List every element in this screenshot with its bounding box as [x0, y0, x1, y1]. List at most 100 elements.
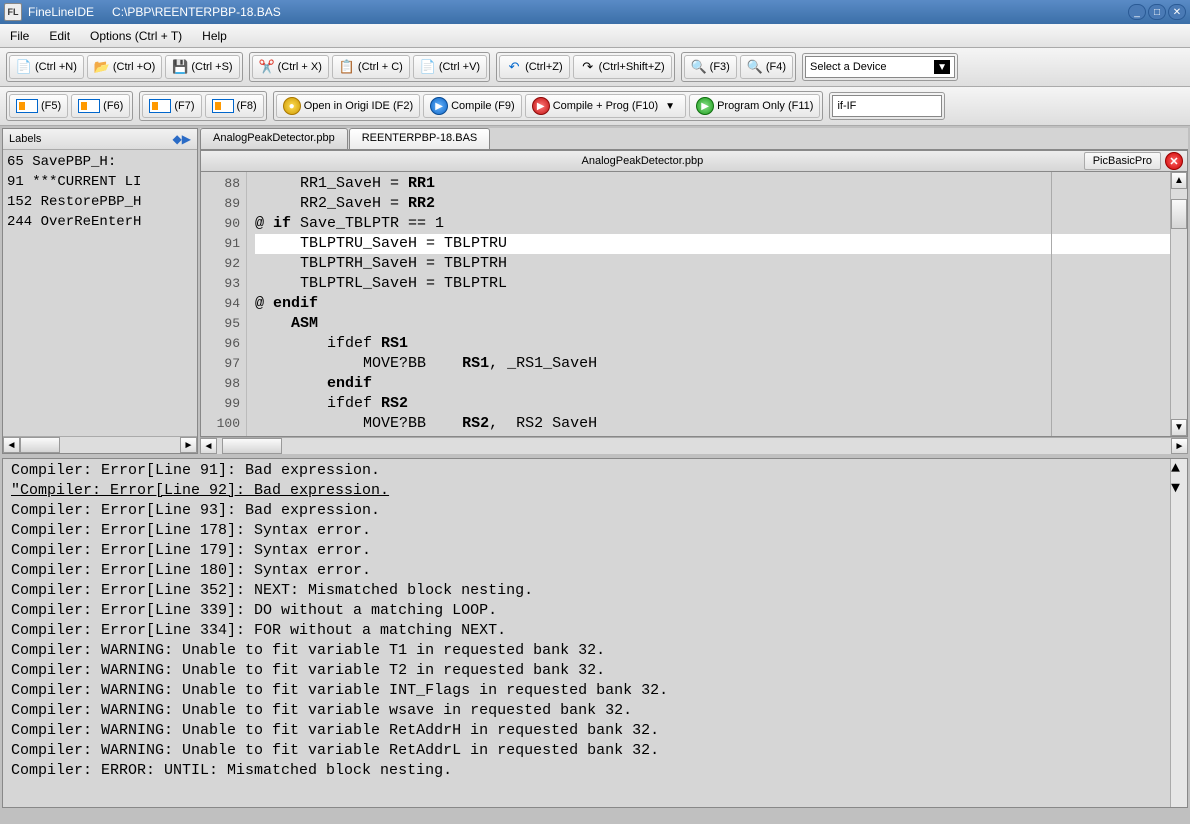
- device-select[interactable]: Select a Device ▼: [805, 56, 955, 78]
- menu-file[interactable]: File: [6, 27, 33, 45]
- paste-icon: 📄: [420, 59, 436, 75]
- redo-label: (Ctrl+Shift+Z): [599, 61, 665, 73]
- save-label: (Ctrl +S): [191, 61, 232, 73]
- close-button[interactable]: ✕: [1168, 4, 1186, 20]
- undo-label: (Ctrl+Z): [525, 61, 563, 73]
- play-blue-icon: ▶: [430, 97, 448, 115]
- if-input[interactable]: [832, 95, 942, 117]
- f7-button[interactable]: (F7): [142, 94, 201, 118]
- app-name: FineLineIDE: [28, 5, 94, 19]
- scroll-thumb[interactable]: [222, 438, 282, 454]
- f5-label: (F5): [41, 100, 61, 112]
- cut-button[interactable]: ✂️(Ctrl + X): [252, 55, 329, 79]
- menu-edit[interactable]: Edit: [45, 27, 74, 45]
- editor-hscrollbar[interactable]: ◄ ►: [200, 437, 1188, 454]
- sidebar: Labels ◆▶ 65 SavePBP_H: 91 ***CURRENT LI…: [2, 128, 198, 454]
- sidebar-item[interactable]: 91 ***CURRENT LI: [7, 172, 193, 192]
- scroll-thumb[interactable]: [1171, 199, 1187, 229]
- scroll-thumb[interactable]: [20, 437, 60, 453]
- menu-options[interactable]: Options (Ctrl + T): [86, 27, 186, 45]
- dropdown-arrow-icon: ▼: [934, 60, 950, 74]
- editor-file-title: AnalogPeakDetector.pbp: [205, 155, 1080, 167]
- open-folder-icon: 📂: [94, 59, 110, 75]
- scroll-left-icon[interactable]: ◄: [3, 437, 20, 453]
- f8-button[interactable]: (F8): [205, 94, 264, 118]
- copy-label: (Ctrl + C): [358, 61, 403, 73]
- redo-icon: ↷: [580, 59, 596, 75]
- menu-help[interactable]: Help: [198, 27, 231, 45]
- copy-button[interactable]: 📋(Ctrl + C): [332, 55, 410, 79]
- chevron-down-icon[interactable]: ▼: [661, 101, 679, 112]
- paste-button[interactable]: 📄(Ctrl +V): [413, 55, 487, 79]
- new-button[interactable]: 📄(Ctrl +N): [9, 55, 84, 79]
- scroll-track[interactable]: [20, 437, 180, 453]
- code-content[interactable]: RR1_SaveH = RR1 RR2_SaveH = RR2@ if Save…: [247, 172, 1170, 436]
- play-red-icon: ▶: [532, 97, 550, 115]
- circle-yellow-icon: ●: [283, 97, 301, 115]
- open-label: (Ctrl +O): [113, 61, 155, 73]
- f6-label: (F6): [103, 100, 123, 112]
- toolbar-row-2: (F5) (F6) (F7) (F8) ●Open in Origi IDE (…: [0, 87, 1190, 126]
- sidebar-header-label: Labels: [9, 133, 173, 145]
- open-orig-label: Open in Origi IDE (F2): [304, 100, 413, 112]
- scroll-right-icon[interactable]: ►: [180, 437, 197, 453]
- sidebar-item[interactable]: 244 OverReEnterH: [7, 212, 193, 232]
- compile-prog-label: Compile + Prog (F10): [553, 100, 658, 112]
- f5-button[interactable]: (F5): [9, 94, 68, 118]
- open-button[interactable]: 📂(Ctrl +O): [87, 55, 162, 79]
- find-button[interactable]: 🔍(F3): [684, 55, 737, 79]
- sidebar-list[interactable]: 65 SavePBP_H: 91 ***CURRENT LI 152 Resto…: [3, 150, 197, 436]
- close-file-button[interactable]: ✕: [1165, 152, 1183, 170]
- find-label: (F3): [710, 61, 730, 73]
- prog-only-label: Program Only (F11): [717, 100, 813, 112]
- scroll-up-icon[interactable]: ▲: [1171, 172, 1187, 189]
- sidebar-item[interactable]: 152 RestorePBP_H: [7, 192, 193, 212]
- editor-vscrollbar[interactable]: ▲ ▼: [1170, 172, 1187, 436]
- scroll-right-icon[interactable]: ►: [1171, 438, 1188, 454]
- open-orig-ide-button[interactable]: ●Open in Origi IDE (F2): [276, 94, 420, 118]
- ruler-line: [1051, 172, 1052, 436]
- undo-button[interactable]: ↶(Ctrl+Z): [499, 55, 570, 79]
- save-button[interactable]: 💾(Ctrl +S): [165, 55, 239, 79]
- file-path: C:\PBP\REENTERPBP-18.BAS: [112, 5, 1128, 19]
- scroll-track[interactable]: [217, 438, 1171, 454]
- cut-label: (Ctrl + X): [278, 61, 322, 73]
- main-area: Labels ◆▶ 65 SavePBP_H: 91 ***CURRENT LI…: [0, 126, 1190, 456]
- scroll-left-icon[interactable]: ◄: [200, 438, 217, 454]
- sidebar-item[interactable]: 65 SavePBP_H:: [7, 152, 193, 172]
- replace-label: (F4): [766, 61, 786, 73]
- bookmark-prev-icon: [78, 99, 100, 113]
- editor-file-header: AnalogPeakDetector.pbp PicBasicPro ✕: [200, 150, 1188, 172]
- app-icon: FL: [4, 3, 22, 21]
- device-select-text: Select a Device: [810, 61, 886, 73]
- output-vscrollbar[interactable]: ▲ ▼: [1170, 459, 1187, 807]
- replace-button[interactable]: 🔍(F4): [740, 55, 793, 79]
- new-label: (Ctrl +N): [35, 61, 77, 73]
- scroll-down-icon[interactable]: ▼: [1171, 419, 1187, 436]
- f7-label: (F7): [174, 100, 194, 112]
- compiler-output[interactable]: ▲ ▼ Compiler: Error[Line 91]: Bad expres…: [2, 458, 1188, 808]
- paste-label: (Ctrl +V): [439, 61, 480, 73]
- play-green-icon: ▶: [696, 97, 714, 115]
- sidebar-hscrollbar[interactable]: ◄ ►: [3, 436, 197, 453]
- bookmark-next-icon: [16, 99, 38, 113]
- minimize-button[interactable]: _: [1128, 4, 1146, 20]
- f6-button[interactable]: (F6): [71, 94, 130, 118]
- window-controls: _ □ ✕: [1128, 4, 1186, 20]
- compile-prog-button[interactable]: ▶Compile + Prog (F10)▼: [525, 94, 686, 118]
- tab-reenter[interactable]: REENTERPBP-18.BAS: [349, 128, 491, 149]
- redo-button[interactable]: ↷(Ctrl+Shift+Z): [573, 55, 672, 79]
- compile-button[interactable]: ▶Compile (F9): [423, 94, 522, 118]
- copy-icon: 📋: [339, 59, 355, 75]
- program-only-button[interactable]: ▶Program Only (F11): [689, 94, 820, 118]
- code-editor[interactable]: 888990919293949596979899100 RR1_SaveH = …: [200, 172, 1188, 437]
- maximize-button[interactable]: □: [1148, 4, 1166, 20]
- scroll-up-icon[interactable]: ▲: [1171, 459, 1187, 479]
- titlebar: FL FineLineIDE C:\PBP\REENTERPBP-18.BAS …: [0, 0, 1190, 24]
- sidebar-header[interactable]: Labels ◆▶: [3, 129, 197, 150]
- search-icon: 🔍: [691, 59, 707, 75]
- scroll-track[interactable]: [1171, 189, 1187, 419]
- tab-analog[interactable]: AnalogPeakDetector.pbp: [200, 128, 348, 149]
- scroll-down-icon[interactable]: ▼: [1171, 479, 1187, 499]
- language-badge[interactable]: PicBasicPro: [1084, 152, 1161, 170]
